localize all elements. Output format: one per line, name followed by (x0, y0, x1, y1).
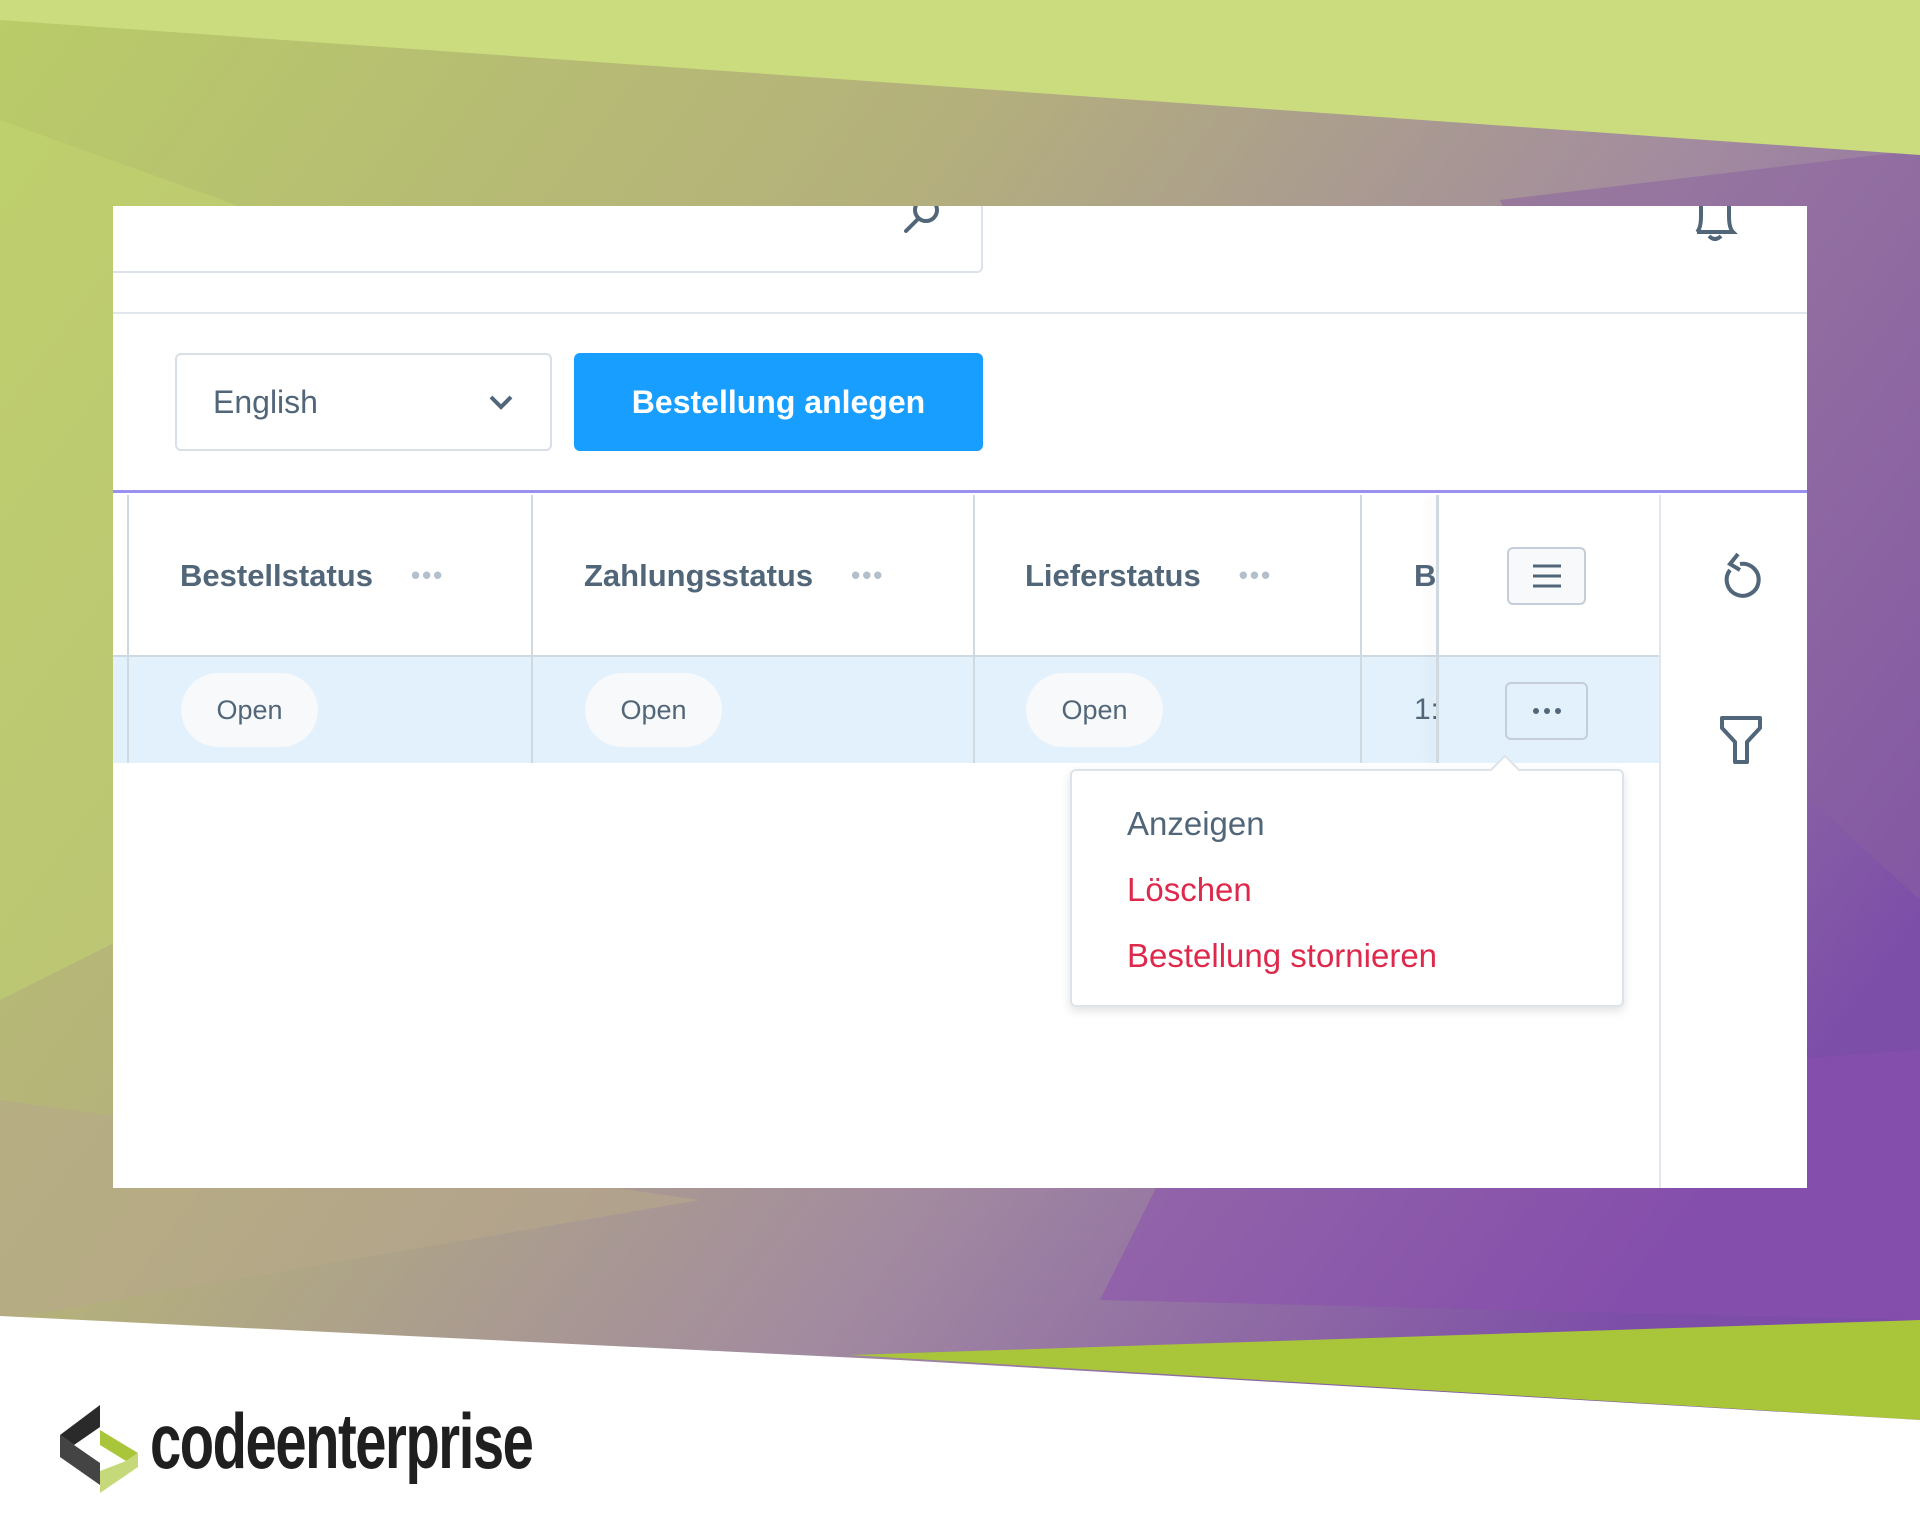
menu-item-anzeigen[interactable]: Anzeigen (1127, 805, 1265, 843)
brand-logo-text: codeenterprise (150, 1397, 534, 1485)
column-divider (531, 495, 533, 763)
filter-icon[interactable] (1718, 714, 1764, 766)
row-context-menu: Anzeigen Löschen Bestellung stornieren (1070, 754, 1624, 1007)
column-settings-button[interactable] (1507, 547, 1586, 605)
menu-item-loeschen[interactable]: Löschen (1127, 871, 1252, 909)
bell-icon[interactable] (1689, 206, 1741, 242)
truncated-cell: 1: (1414, 692, 1436, 726)
column-header-truncated[interactable]: B (1414, 495, 1436, 656)
language-select[interactable]: English (175, 353, 552, 451)
sidebar-divider (1659, 495, 1661, 1188)
sticky-column-divider (1436, 495, 1439, 763)
column-label: B (1414, 557, 1436, 593)
language-select-value: English (213, 383, 318, 420)
status-badge: Open (1026, 673, 1163, 747)
column-menu-icon[interactable]: ••• (851, 560, 884, 591)
chevron-down-icon (489, 395, 513, 410)
search-input[interactable] (113, 206, 983, 273)
column-label: Lieferstatus (1025, 557, 1201, 593)
status-badge: Open (181, 673, 318, 747)
rotate-ccw-icon[interactable] (1718, 552, 1764, 604)
column-menu-icon[interactable]: ••• (411, 560, 444, 591)
column-divider (127, 495, 129, 763)
menu-icon (1532, 564, 1561, 588)
column-header-bestellstatus[interactable]: Bestellstatus ••• (180, 495, 444, 656)
brand-logo-icon (60, 1405, 138, 1493)
column-label: Zahlungsstatus (584, 557, 814, 593)
column-header-zahlungsstatus[interactable]: Zahlungsstatus ••• (584, 495, 884, 656)
header-divider (113, 312, 1807, 314)
status-badge: Open (585, 673, 722, 747)
column-header-lieferstatus[interactable]: Lieferstatus ••• (1025, 495, 1272, 656)
menu-item-stornieren[interactable]: Bestellung stornieren (1127, 937, 1437, 975)
create-order-button[interactable]: Bestellung anlegen (574, 353, 983, 451)
column-divider (973, 495, 975, 763)
app-window: English Bestellung anlegen Bestellstatus… (113, 206, 1807, 1188)
column-menu-icon[interactable]: ••• (1239, 560, 1272, 591)
table-top-border (113, 490, 1807, 493)
search-icon[interactable] (900, 206, 944, 242)
column-label: Bestellstatus (180, 557, 373, 593)
more-horizontal-icon (1532, 708, 1561, 714)
column-divider (1360, 495, 1362, 763)
row-actions-button[interactable] (1505, 682, 1588, 740)
